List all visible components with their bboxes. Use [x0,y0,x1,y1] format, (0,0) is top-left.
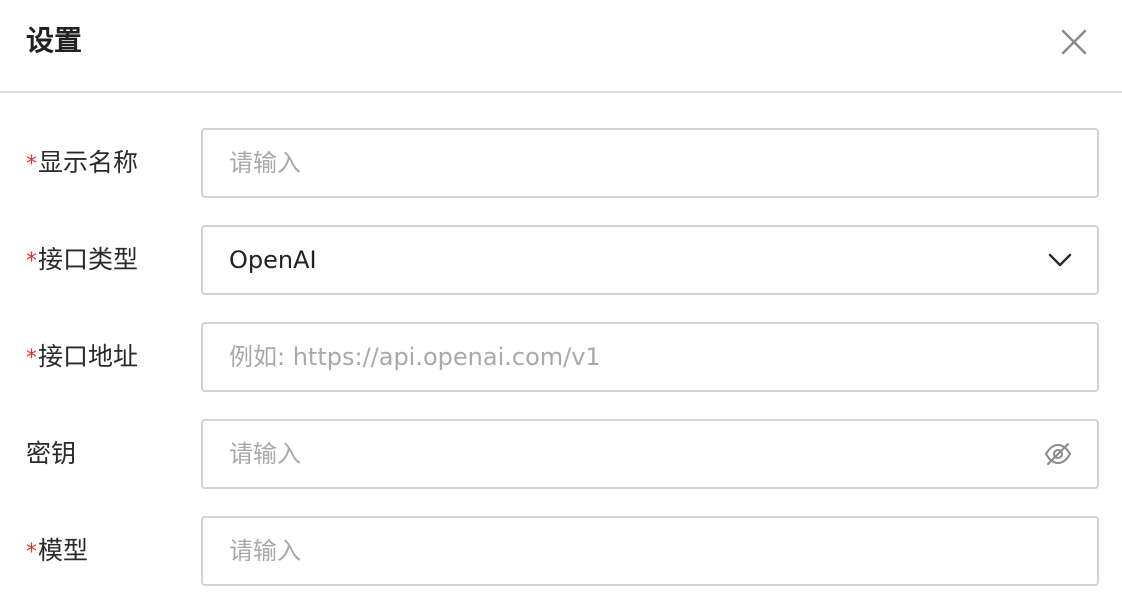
required-mark: * [26,346,37,371]
model-input[interactable] [203,518,1097,584]
display-name-input[interactable] [203,130,1097,196]
secret-key-input[interactable] [203,421,1097,487]
api-type-label-text: 接口类型 [38,245,139,274]
settings-dialog: 设置 *显示名称 *接口类型 OpenAI *接口地址 密 [0,0,1122,596]
api-url-input[interactable] [203,324,1097,390]
dialog-header: 设置 [0,0,1122,93]
secret-key-field-box [201,419,1099,489]
api-type-label: *接口类型 [26,225,138,295]
required-mark: * [26,540,37,565]
api-url-field-box [201,322,1099,392]
close-button[interactable] [1056,24,1092,60]
model-label: *模型 [26,516,88,586]
display-name-label: *显示名称 [26,128,138,198]
chevron-down-icon [1048,253,1072,267]
required-mark: * [26,152,37,177]
password-visibility-toggle[interactable] [1043,440,1073,468]
api-url-label-text: 接口地址 [38,342,139,371]
display-name-label-text: 显示名称 [38,148,139,177]
api-type-selected-value: OpenAI [229,246,317,274]
display-name-field-box [201,128,1099,198]
secret-key-label-text: 密钥 [26,439,77,468]
eye-off-icon [1044,443,1072,465]
secret-key-label: 密钥 [26,419,76,489]
form-row-model: *模型 [0,516,1122,586]
form-row-api-url: *接口地址 [0,322,1122,392]
form-row-secret-key: 密钥 [0,419,1122,489]
model-label-text: 模型 [38,536,89,565]
form-row-api-type: *接口类型 OpenAI [0,225,1122,295]
model-field-box [201,516,1099,586]
close-icon [1061,29,1087,55]
api-type-select[interactable]: OpenAI [201,225,1099,295]
required-mark: * [26,249,37,274]
form-row-display-name: *显示名称 [0,128,1122,198]
api-url-label: *接口地址 [26,322,138,392]
dialog-title: 设置 [26,24,83,57]
